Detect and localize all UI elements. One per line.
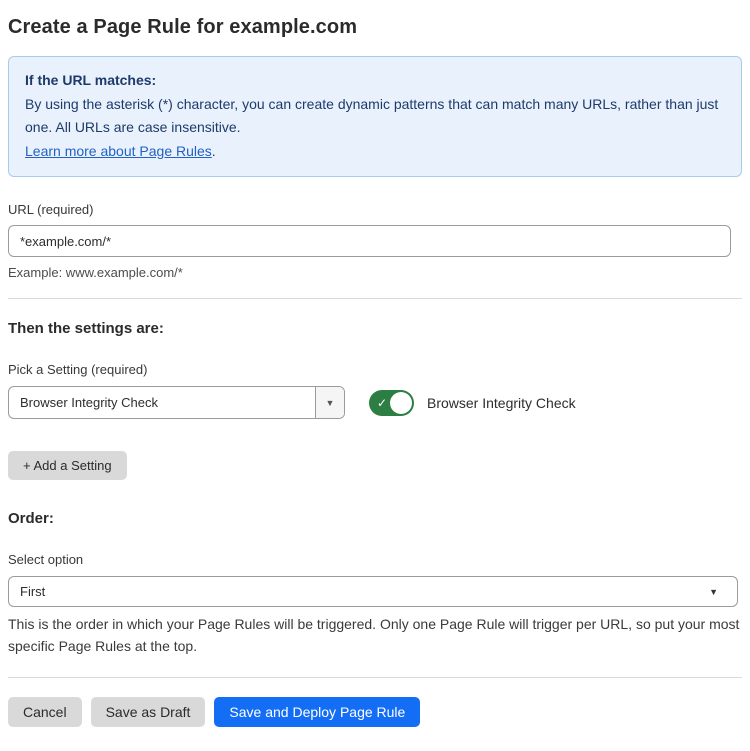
- order-section-heading: Order:: [8, 510, 742, 527]
- url-example-helper: Example: www.example.com/*: [8, 265, 742, 280]
- save-as-draft-button[interactable]: Save as Draft: [91, 697, 206, 727]
- order-help-text: This is the order in which your Page Rul…: [8, 613, 742, 657]
- settings-section-heading: Then the settings are:: [8, 320, 742, 337]
- page-title: Create a Page Rule for example.com: [8, 16, 742, 39]
- checkmark-icon: ✓: [377, 397, 387, 409]
- setting-dropdown-value: Browser Integrity Check: [9, 387, 315, 418]
- setting-dropdown[interactable]: Browser Integrity Check ▼: [8, 386, 345, 419]
- add-setting-button[interactable]: + Add a Setting: [8, 451, 127, 480]
- dropdown-arrow-button[interactable]: ▼: [315, 387, 344, 418]
- info-box-heading: If the URL matches:: [25, 69, 725, 92]
- footer-divider: [8, 677, 742, 678]
- setting-row: Browser Integrity Check ▼ ✓ Browser Inte…: [8, 386, 742, 419]
- learn-more-link[interactable]: Learn more about Page Rules: [25, 143, 212, 159]
- chevron-down-icon: ▼: [709, 587, 726, 597]
- toggle-label: Browser Integrity Check: [427, 395, 576, 411]
- link-suffix: .: [212, 143, 216, 159]
- chevron-down-icon: ▼: [326, 398, 335, 408]
- info-link-line: Learn more about Page Rules.: [25, 140, 725, 163]
- setting-picker-label: Pick a Setting (required): [8, 362, 742, 377]
- toggle-knob: [390, 392, 412, 414]
- url-input[interactable]: [8, 225, 731, 257]
- save-and-deploy-button[interactable]: Save and Deploy Page Rule: [214, 697, 420, 727]
- info-box-body: By using the asterisk (*) character, you…: [25, 93, 725, 139]
- order-select-label: Select option: [8, 552, 742, 567]
- cancel-button[interactable]: Cancel: [8, 697, 82, 727]
- create-page-rule-form: Create a Page Rule for example.com If th…: [0, 0, 750, 751]
- section-divider: [8, 298, 742, 299]
- url-field-label: URL (required): [8, 202, 742, 217]
- footer-actions: Cancel Save as Draft Save and Deploy Pag…: [8, 697, 742, 727]
- url-match-info-box: If the URL matches: By using the asteris…: [8, 56, 742, 177]
- browser-integrity-toggle[interactable]: ✓: [369, 390, 414, 416]
- order-select[interactable]: First ▼: [8, 576, 738, 607]
- order-select-value: First: [20, 584, 45, 599]
